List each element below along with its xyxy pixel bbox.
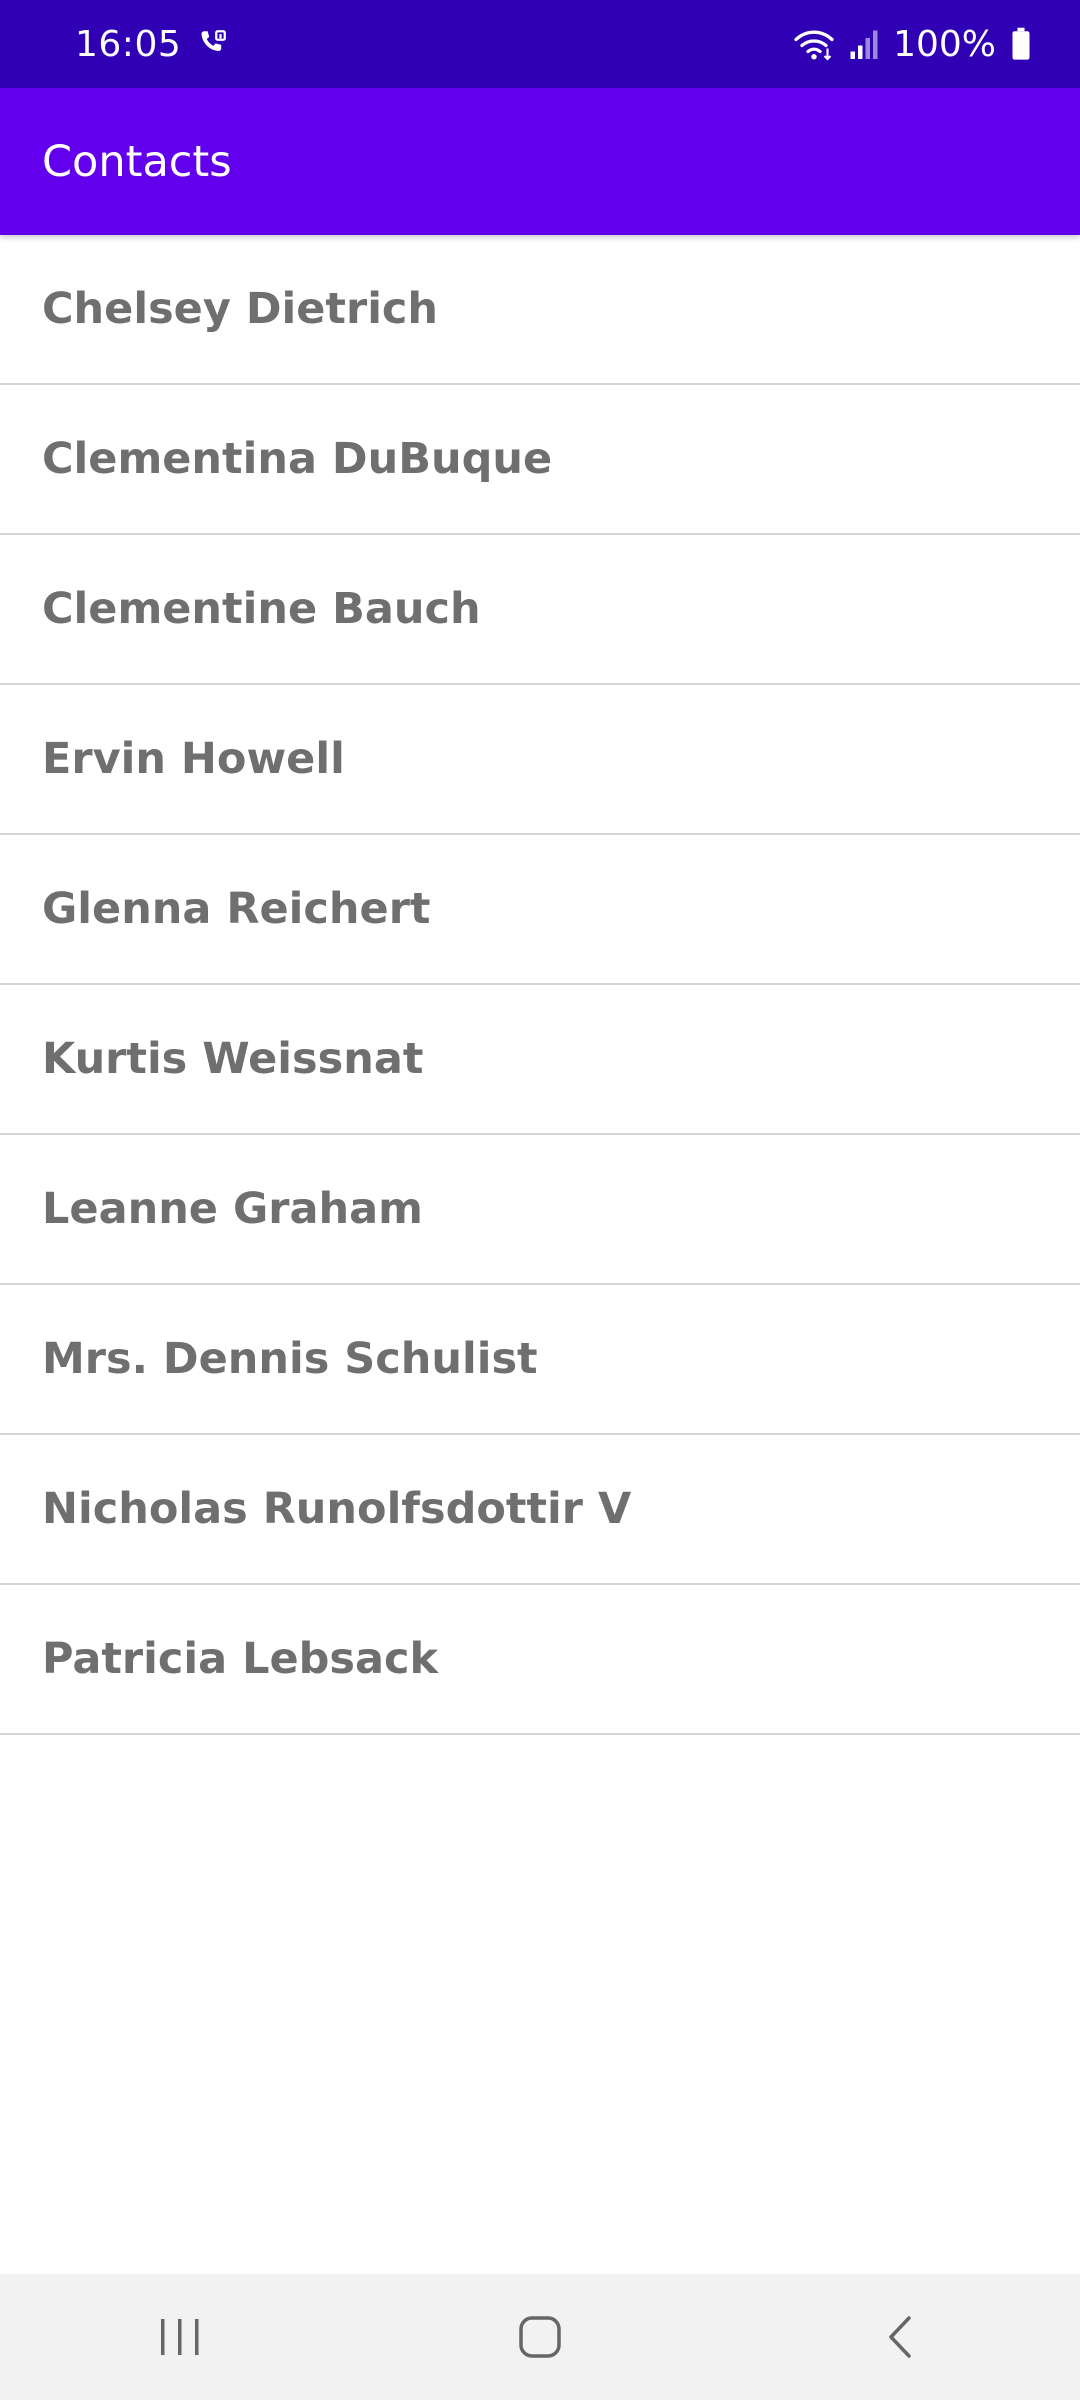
page-title: Contacts xyxy=(42,136,232,187)
contact-name: Clementina DuBuque xyxy=(42,434,553,484)
contact-name: Kurtis Weissnat xyxy=(42,1034,424,1084)
status-time: 16:05 xyxy=(75,23,182,65)
back-icon xyxy=(889,2316,911,2358)
contact-name: Nicholas Runolfsdottir V xyxy=(42,1484,632,1534)
contact-row[interactable]: Chelsey Dietrich xyxy=(0,235,1080,385)
contact-row[interactable]: Clementina DuBuque xyxy=(0,385,1080,535)
recent-apps-icon xyxy=(161,2319,199,2355)
contact-name: Glenna Reichert xyxy=(42,884,431,934)
contact-row[interactable]: Mrs. Dennis Schulist xyxy=(0,1285,1080,1435)
status-left: 16:05 xyxy=(75,24,229,65)
contact-row[interactable]: Leanne Graham xyxy=(0,1135,1080,1285)
status-bar: 16:05 100% xyxy=(0,0,1080,88)
contact-list: Chelsey Dietrich Clementina DuBuque Clem… xyxy=(0,235,1080,1735)
contact-name: Ervin Howell xyxy=(42,734,345,784)
home-button[interactable] xyxy=(470,2287,610,2387)
contact-name: Patricia Lebsack xyxy=(42,1634,439,1684)
battery-icon xyxy=(1010,27,1032,61)
contact-row[interactable]: Kurtis Weissnat xyxy=(0,985,1080,1135)
recent-apps-button[interactable] xyxy=(110,2287,250,2387)
call-icon xyxy=(195,27,229,61)
wifi-icon xyxy=(793,27,835,61)
navigation-bar xyxy=(0,2274,1080,2400)
app-bar: Contacts xyxy=(0,88,1080,235)
contact-row[interactable]: Glenna Reichert xyxy=(0,835,1080,985)
status-right: 100% xyxy=(793,24,1032,65)
contact-row[interactable]: Patricia Lebsack xyxy=(0,1585,1080,1735)
contact-name: Clementine Bauch xyxy=(42,584,481,634)
back-button[interactable] xyxy=(830,2287,970,2387)
contact-name: Mrs. Dennis Schulist xyxy=(42,1334,538,1384)
home-icon xyxy=(519,2316,561,2358)
contact-row[interactable]: Nicholas Runolfsdottir V xyxy=(0,1435,1080,1585)
contact-name: Leanne Graham xyxy=(42,1184,423,1234)
contact-name: Chelsey Dietrich xyxy=(42,284,439,334)
contact-row[interactable]: Ervin Howell xyxy=(0,685,1080,835)
contact-row[interactable]: Clementine Bauch xyxy=(0,535,1080,685)
signal-icon xyxy=(849,27,879,61)
battery-percent: 100% xyxy=(893,23,996,65)
